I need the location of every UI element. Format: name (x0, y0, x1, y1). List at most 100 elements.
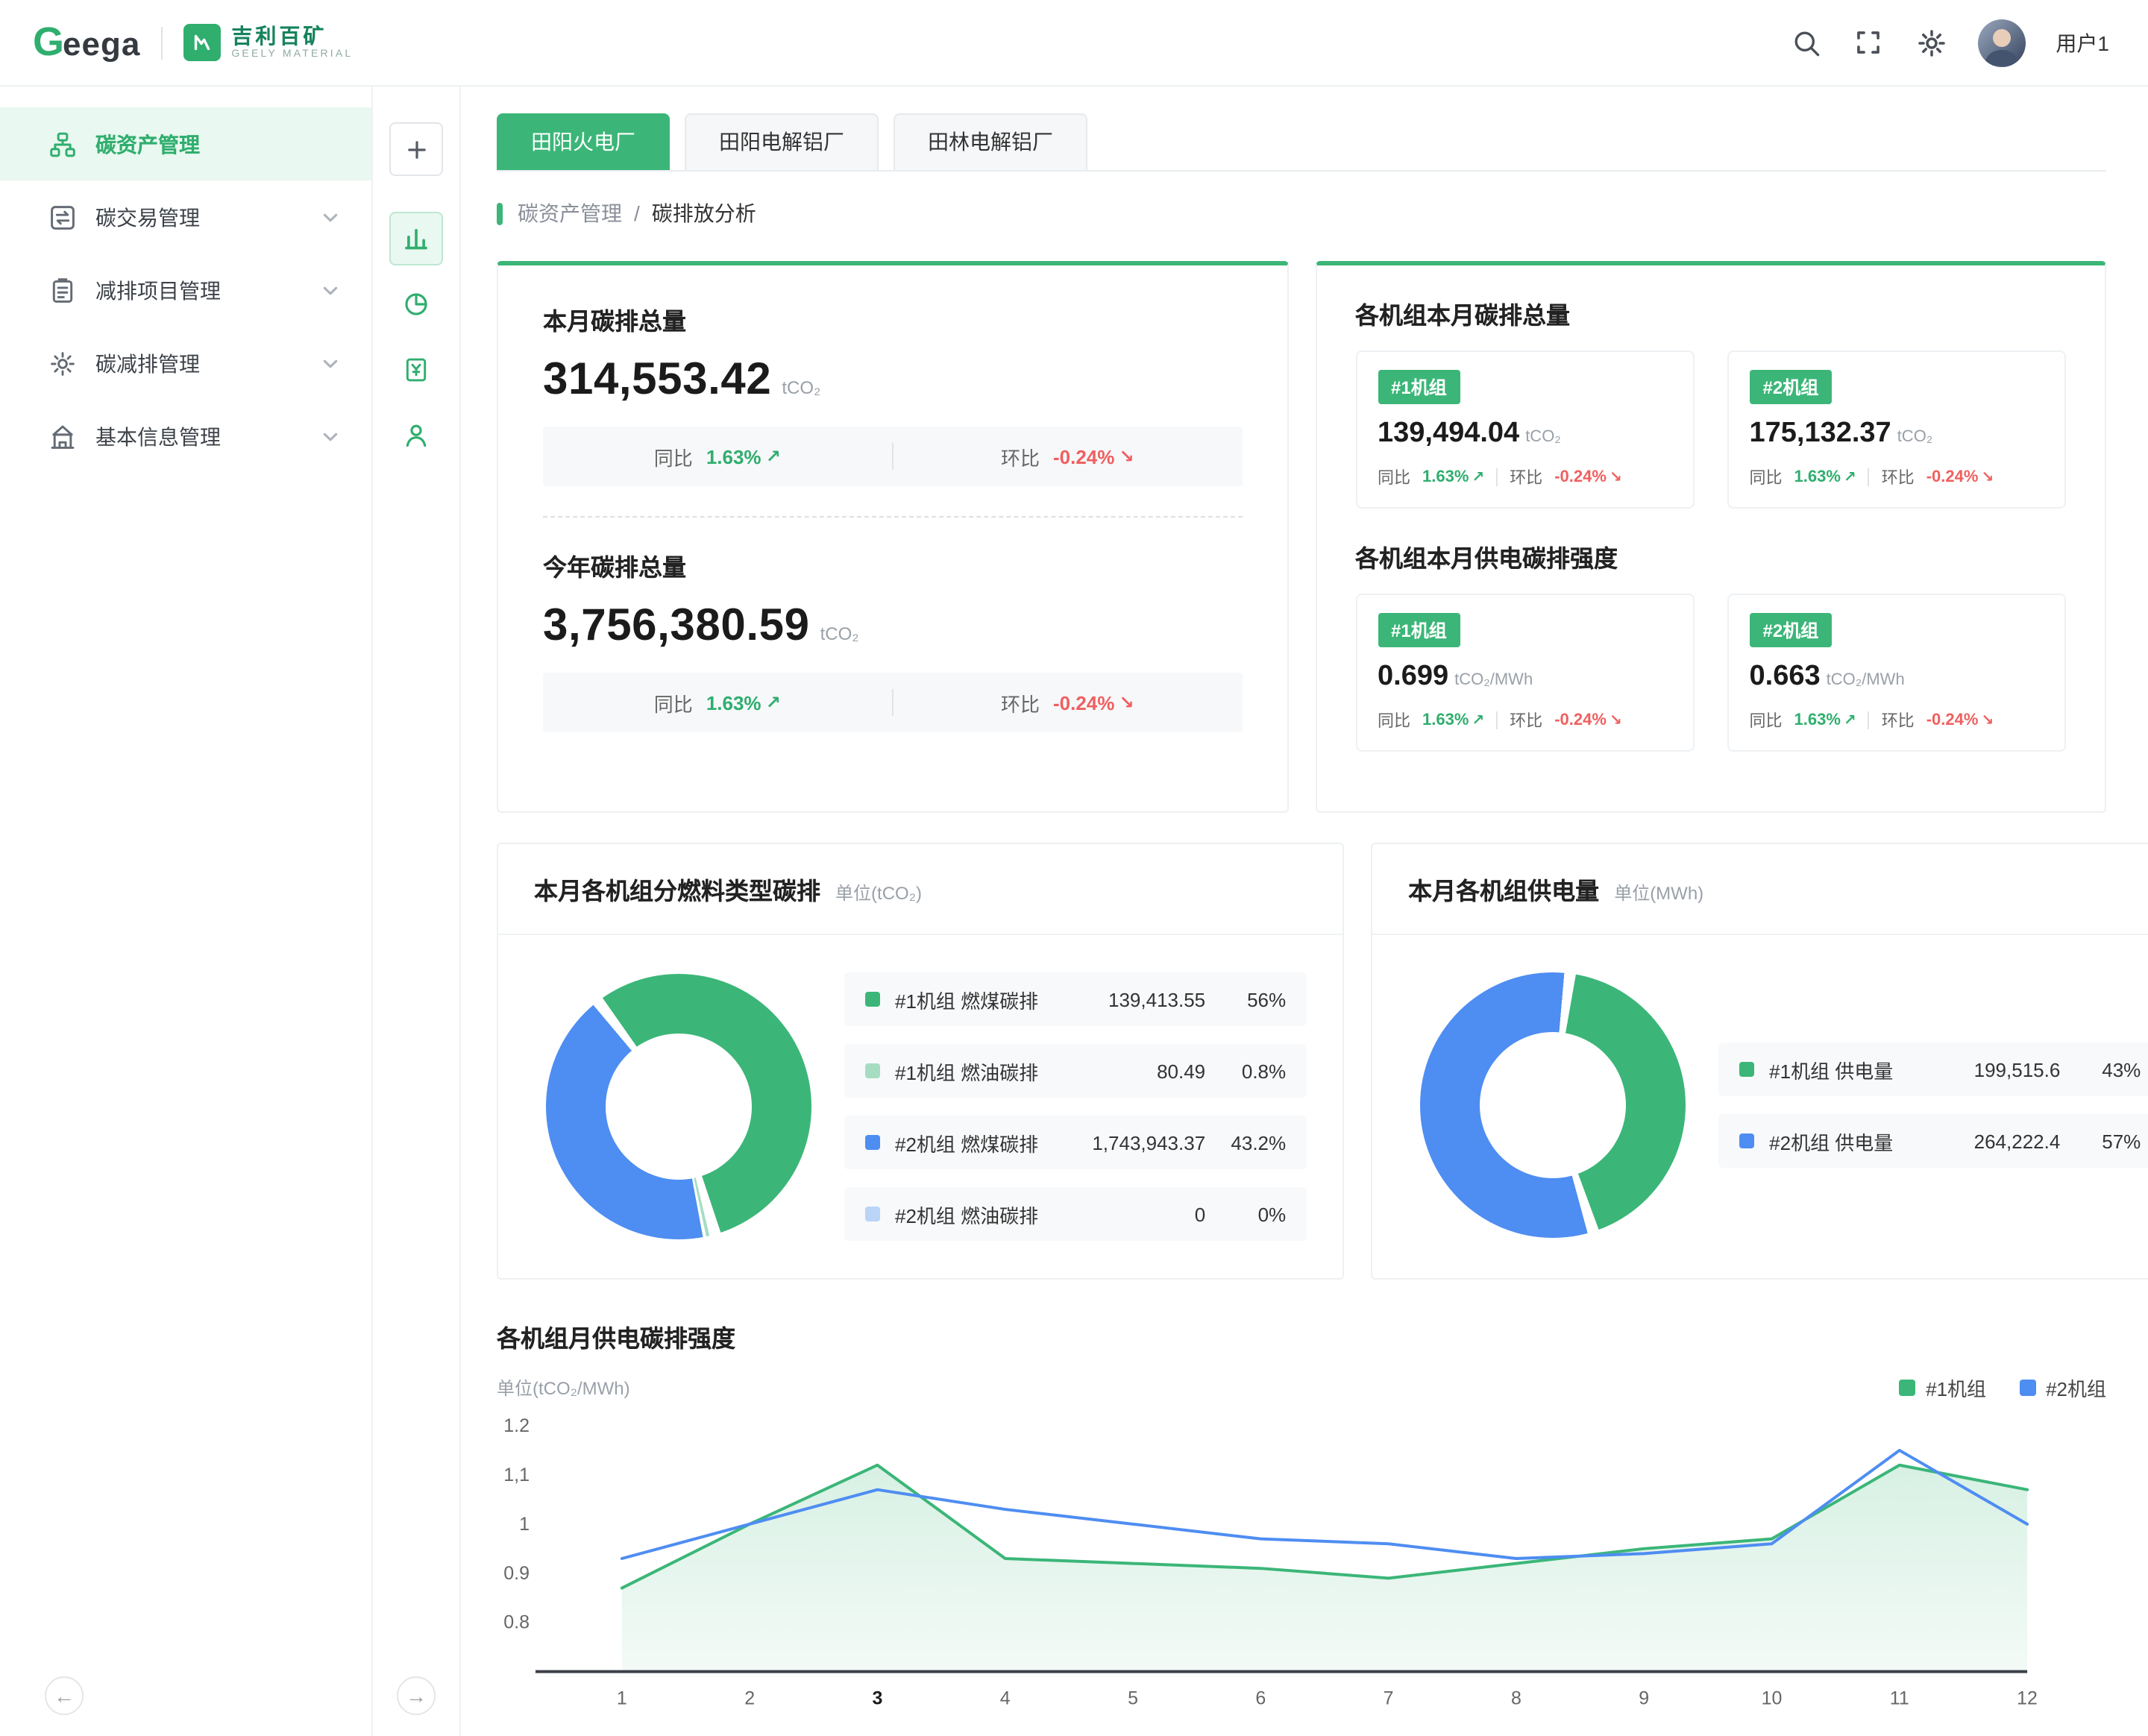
year-emission-title: 今年碳排总量 (543, 547, 1242, 583)
legend-item[interactable]: #1机组 燃煤碳排 139,413.55 56% (844, 972, 1307, 1026)
sidebar-item-label: 碳交易管理 (95, 202, 200, 232)
legend-label: #2机组 供电量 (1769, 1127, 1893, 1155)
trend-down-icon: ↘ (1119, 692, 1134, 713)
legend-item[interactable]: #2机组 燃煤碳排 1,743,943.37 43.2% (844, 1116, 1307, 1169)
svg-text:1.2: 1.2 (503, 1415, 530, 1436)
legend-item[interactable]: #1机组 燃油碳排 80.49 0.8% (844, 1044, 1307, 1098)
user-icon (403, 422, 430, 449)
tab-tianlin-aluminum-plant[interactable]: 田林电解铝厂 (894, 113, 1087, 170)
yoy-value: 1.63% (1422, 711, 1469, 729)
forward-arrow-icon: → (406, 1684, 427, 1708)
unit1-intensity-value: 0.699 (1378, 661, 1448, 694)
breadcrumb: 碳资产管理 / 碳排放分析 (497, 198, 2106, 228)
svg-text:0.8: 0.8 (503, 1612, 530, 1633)
sidebar-item-carbon-reduction[interactable]: 碳减排管理 (0, 327, 371, 400)
line-chart-svg[interactable]: 0.80.911,11.2123456789101112 (497, 1408, 2106, 1724)
trend-up-icon: ↗ (1844, 712, 1856, 729)
legend-item[interactable]: #2机组 燃油碳排 0 0% (844, 1187, 1307, 1241)
sidebar-item-carbon-trade[interactable]: 碳交易管理 (0, 180, 371, 254)
divider (1496, 711, 1498, 729)
power-supply-donut-chart[interactable] (1420, 972, 1686, 1238)
sidebar-item-carbon-asset[interactable]: 碳资产管理 (0, 107, 371, 180)
brand-divider (161, 26, 163, 59)
search-button[interactable] (1790, 26, 1823, 59)
chevron-down-icon (322, 357, 339, 369)
yoy-label: 同比 (1750, 708, 1783, 732)
legend-item[interactable]: #2机组 (2019, 1374, 2106, 1402)
month-emission-title: 本月碳排总量 (543, 301, 1242, 337)
fuel-emission-chart-unit: 单位(tCO₂) (835, 880, 922, 905)
legend-item[interactable]: #1机组 (1899, 1374, 1986, 1402)
app-root: Geega 吉利百矿 GEELY MATERIAL (0, 0, 2148, 1736)
mom-value: -0.24% (1554, 468, 1607, 486)
breadcrumb-accent-bar (497, 202, 503, 224)
user-view-button[interactable] (389, 409, 443, 462)
breadcrumb-parent[interactable]: 碳资产管理 (518, 198, 622, 228)
unit-intensity-title: 各机组本月供电碳排强度 (1355, 538, 2066, 574)
unit1-intensity-unit: tCO₂/MWh (1454, 671, 1533, 689)
trend-down-icon: ↘ (1610, 469, 1622, 485)
unit1-badge: #1机组 (1378, 370, 1460, 404)
fuel-emission-chart-card: 本月各机组分燃料类型碳排 单位(tCO₂) #1机组 燃煤碳排 139,413.… (497, 843, 1344, 1280)
invoice-view-button[interactable] (389, 343, 443, 397)
bar-chart-view-button[interactable] (389, 212, 443, 265)
unit1-emission-unit: tCO₂ (1525, 428, 1561, 446)
sidebar-item-basic-info[interactable]: 基本信息管理 (0, 400, 371, 473)
legend-percent: 57% (2060, 1130, 2141, 1152)
fullscreen-button[interactable] (1853, 26, 1885, 59)
add-button[interactable] (389, 122, 443, 176)
yoy-label: 同比 (1750, 465, 1783, 489)
username[interactable]: 用户1 (2056, 28, 2109, 57)
sidebar-item-label: 碳减排管理 (95, 348, 200, 378)
svg-text:7: 7 (1384, 1688, 1394, 1709)
trend-up-icon: ↗ (1472, 712, 1484, 729)
yoy-value: 1.63% (706, 445, 761, 468)
svg-text:0.9: 0.9 (503, 1563, 530, 1584)
collapse-sidebar-button[interactable]: ← (45, 1676, 84, 1715)
collapse-rail-button[interactable]: → (397, 1676, 436, 1715)
yoy-value: 1.63% (1794, 711, 1841, 729)
month-emission-stats: 同比 1.63%↗ 环比 -0.24%↘ (543, 427, 1242, 486)
org-chart-icon (49, 130, 76, 157)
dashed-divider (543, 516, 1242, 518)
trade-icon (49, 204, 76, 230)
legend-value: 264,222.4 (1893, 1130, 2060, 1152)
fuel-emission-donut-chart[interactable] (546, 974, 811, 1239)
donut-hole (1480, 1032, 1626, 1178)
year-emission-block: 今年碳排总量 3,756,380.59 tCO₂ 同比 1.63%↗ (543, 547, 1242, 732)
legend-label: #1机组 (1926, 1374, 1986, 1402)
legend-item[interactable]: #2机组 供电量 264,222.4 57% (1718, 1114, 2148, 1168)
svg-text:1: 1 (519, 1514, 530, 1535)
legend-swatch (865, 1135, 880, 1150)
legend-percent: 0% (1205, 1203, 1286, 1225)
tab-tianyang-aluminum-plant[interactable]: 田阳电解铝厂 (685, 113, 879, 170)
svg-text:10: 10 (1762, 1688, 1783, 1709)
unit2-emission-box: #2机组 175,132.37tCO₂ 同比 1.63%↗ 环比 -0.24%↘ (1727, 350, 2067, 509)
mom-value: -0.24% (1554, 711, 1607, 729)
pie-chart-view-button[interactable] (389, 277, 443, 331)
svg-text:2: 2 (744, 1688, 755, 1709)
month-emission-value: 314,553.42 (543, 355, 771, 406)
sidebar-item-reduction-project[interactable]: 减排项目管理 (0, 254, 371, 327)
legend-label: #2机组 燃煤碳排 (895, 1128, 1038, 1157)
legend-swatch (1739, 1062, 1754, 1077)
tool-rail: → (373, 87, 461, 1736)
tab-tianyang-power-plant[interactable]: 田阳火电厂 (497, 113, 670, 170)
legend-swatch (865, 1207, 880, 1221)
invoice-icon (403, 356, 430, 383)
legend-label: #2机组 燃油碳排 (895, 1200, 1038, 1228)
avatar[interactable] (1978, 19, 2026, 66)
trend-down-icon: ↘ (1981, 469, 1994, 485)
mom-label: 环比 (1882, 465, 1915, 489)
trend-down-icon: ↘ (1119, 446, 1134, 467)
unit1-emission-box: #1机组 139,494.04tCO₂ 同比 1.63%↗ 环比 -0.24%↘ (1355, 350, 1695, 509)
geega-logo-mark: G (33, 19, 63, 66)
legend-swatch (1739, 1133, 1754, 1148)
rail-view-group (389, 212, 443, 462)
legend-item[interactable]: #1机组 供电量 199,515.6 43% (1718, 1042, 2148, 1096)
settings-button[interactable] (1915, 26, 1948, 59)
svg-text:9: 9 (1639, 1688, 1649, 1709)
month-emission-unit: tCO₂ (782, 377, 820, 398)
search-icon (1791, 28, 1821, 57)
gear-icon (1917, 28, 1947, 57)
